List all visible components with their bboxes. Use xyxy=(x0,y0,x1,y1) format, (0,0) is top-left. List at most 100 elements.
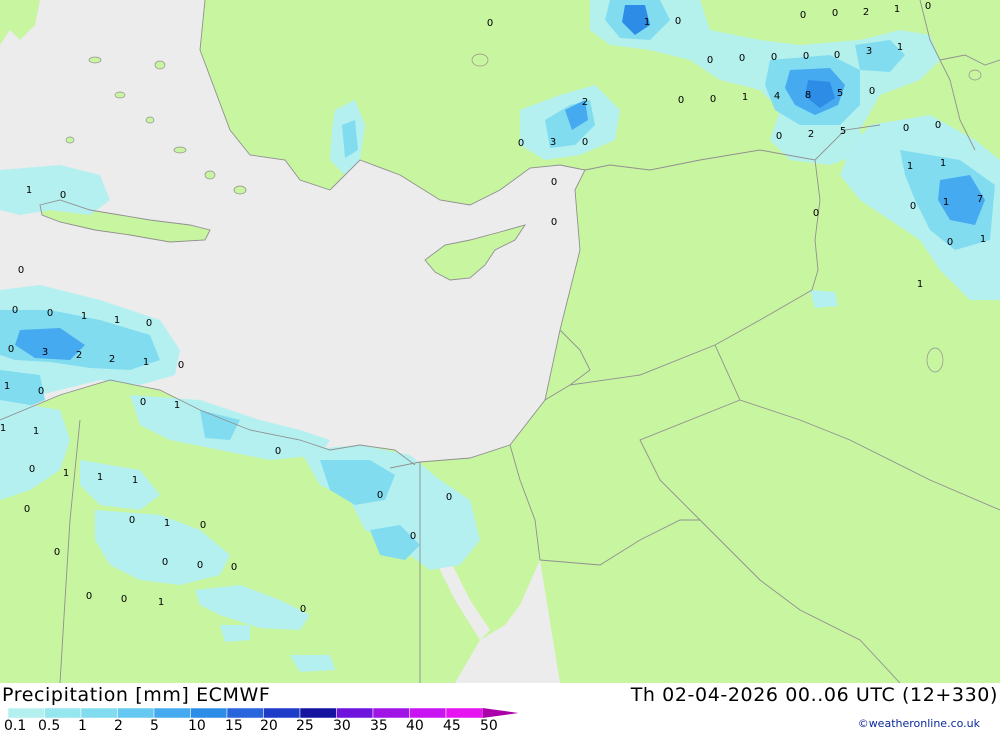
precip-value-label: 3 xyxy=(866,46,872,57)
precip-value-label: 3 xyxy=(550,137,556,148)
precip-value-label: 0 xyxy=(18,265,24,276)
precip-value-label: 0 xyxy=(140,397,146,408)
precip-value-label: 0 xyxy=(832,8,838,19)
precip-value-label: 0 xyxy=(910,201,916,212)
legend-swatch xyxy=(226,708,264,718)
precip-value-label: 2 xyxy=(808,129,814,140)
legend-swatch xyxy=(409,708,447,718)
precip-value-label: 2 xyxy=(76,350,82,361)
legend-label: 50 xyxy=(480,718,498,734)
precip-value-label: 0 xyxy=(38,386,44,397)
legend-color-bar xyxy=(8,708,519,718)
precip-value-label: 0 xyxy=(869,86,875,97)
legend-label: 0.1 xyxy=(4,718,27,734)
precip-value-label: 0 xyxy=(803,51,809,62)
precipitation-map: 0 1 0 0 0 2 1 0 0 0 0 0 0 3 1 0 0 1 4 8 5 0 2 0 3 0 0 2 5 0 0 1 0 0 1 1 0 1 7 0… xyxy=(0,0,1000,683)
legend-swatch xyxy=(190,708,228,718)
precip-value-label: 1 xyxy=(943,197,949,208)
legend-swatch xyxy=(372,708,410,718)
precip-value-label: 0 xyxy=(197,560,203,571)
precip-value-label: 0 xyxy=(60,190,66,201)
precip-value-label: 0 xyxy=(300,604,306,615)
legend-label: 45 xyxy=(443,718,461,734)
precip-value-label: 5 xyxy=(840,126,846,137)
credit-text: ©weatheronline.co.uk xyxy=(857,717,980,730)
precip-value-label: 0 xyxy=(739,53,745,64)
precip-value-label: 0 xyxy=(231,562,237,573)
legend-label: 10 xyxy=(188,718,206,734)
precip-value-label: 0 xyxy=(410,531,416,542)
precip-value-label: 1 xyxy=(143,357,149,368)
precip-value-label: 0 xyxy=(29,464,35,475)
legend-swatch xyxy=(117,708,155,718)
precip-value-label: 1 xyxy=(81,311,87,322)
legend-arrow xyxy=(482,708,519,718)
precip-value-label: 0 xyxy=(47,308,53,319)
precip-value-label: 0 xyxy=(12,305,18,316)
legend-label: 40 xyxy=(406,718,424,734)
legend-swatch xyxy=(263,708,301,718)
precip-value-label: 0 xyxy=(834,50,840,61)
precip-value-label: 1 xyxy=(158,597,164,608)
precip-value-label: 0 xyxy=(178,360,184,371)
legend-swatch xyxy=(445,708,483,718)
precip-value-label: 1 xyxy=(980,234,986,245)
legend-label: 25 xyxy=(296,718,314,734)
precip-value-label: 0 xyxy=(800,10,806,21)
precip-value-label: 1 xyxy=(742,92,748,103)
precip-value-label: 1 xyxy=(63,468,69,479)
legend-label: 5 xyxy=(150,718,159,734)
legend-label: 20 xyxy=(260,718,278,734)
legend-label: 0.5 xyxy=(38,718,61,734)
precip-value-label: 0 xyxy=(776,131,782,142)
precip-value-label: 0 xyxy=(710,94,716,105)
precip-value-label: 2 xyxy=(582,97,588,108)
precip-value-label: 0 xyxy=(146,318,152,329)
precip-value-label: 0 xyxy=(129,515,135,526)
precip-value-label: 1 xyxy=(164,518,170,529)
precip-value-label: 3 xyxy=(42,347,48,358)
precip-value-label: 0 xyxy=(377,490,383,501)
precip-value-label: 1 xyxy=(4,381,10,392)
legend-swatch xyxy=(44,708,82,718)
precip-value-label: 0 xyxy=(678,95,684,106)
precip-value-label: 1 xyxy=(897,42,903,53)
legend-label: 30 xyxy=(333,718,351,734)
precip-value-label: 0 xyxy=(771,52,777,63)
precip-value-label: 0 xyxy=(582,137,588,148)
precip-value-label: 7 xyxy=(977,194,983,205)
precip-value-label: 1 xyxy=(26,185,32,196)
precip-value-label: 1 xyxy=(33,426,39,437)
precip-value-label: 1 xyxy=(132,475,138,486)
legend-swatch xyxy=(80,708,118,718)
legend-swatch xyxy=(8,708,45,718)
precip-value-label: 0 xyxy=(8,344,14,355)
map-title: Precipitation [mm] ECMWF xyxy=(2,684,271,706)
precip-value-label: 1 xyxy=(114,315,120,326)
legend-swatch xyxy=(336,708,374,718)
precip-value-label: 0 xyxy=(446,492,452,503)
precip-value-label: 1 xyxy=(940,158,946,169)
precip-value-label: 0 xyxy=(947,237,953,248)
precip-value-label: 0 xyxy=(121,594,127,605)
precip-value-label: 0 xyxy=(925,1,931,12)
legend-label: 15 xyxy=(225,718,243,734)
precip-value-label: 1 xyxy=(174,400,180,411)
precip-value-label: 1 xyxy=(644,17,650,28)
precip-value-label: 2 xyxy=(109,354,115,365)
precip-value-label: 0 xyxy=(518,138,524,149)
precip-value-label: 4 xyxy=(774,91,780,102)
precip-value-label: 0 xyxy=(551,177,557,188)
precip-value-label: 1 xyxy=(0,423,6,434)
legend-label: 35 xyxy=(370,718,388,734)
precip-value-label: 0 xyxy=(903,123,909,134)
legend-label: 1 xyxy=(78,718,87,734)
precip-value-label: 1 xyxy=(894,4,900,15)
precip-value-label: 8 xyxy=(805,90,811,101)
legend-swatch xyxy=(299,708,337,718)
precip-value-label: 0 xyxy=(162,557,168,568)
precip-value-label: 1 xyxy=(917,279,923,290)
precip-value-label: 1 xyxy=(907,161,913,172)
precip-value-label: 0 xyxy=(54,547,60,558)
forecast-timestamp: Th 02-04-2026 00..06 UTC (12+330) xyxy=(630,684,998,706)
